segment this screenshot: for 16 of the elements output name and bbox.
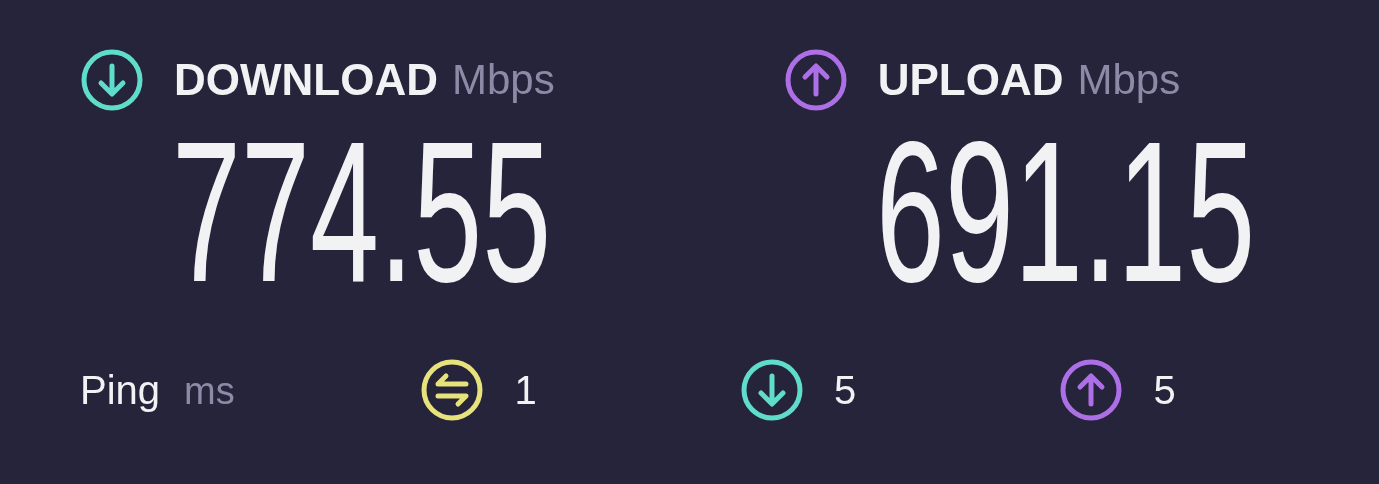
ping-value: 1 <box>514 367 537 413</box>
ping-value: 5 <box>1153 367 1176 413</box>
ping-value: 5 <box>833 367 857 413</box>
metric-label: DOWNLOAD <box>174 55 438 105</box>
ping-label: Ping <box>80 367 161 413</box>
upload-icon <box>783 48 848 112</box>
unit-label: ms <box>184 369 235 413</box>
unit-label: Mbps <box>1077 56 1181 104</box>
download-icon <box>739 358 804 422</box>
upload-icon <box>1059 358 1124 422</box>
metric-label: UPLOAD <box>877 55 1064 105</box>
jitter-icon <box>420 358 485 422</box>
download-icon <box>80 48 144 112</box>
speed-value: 691.15 <box>875 112 1255 312</box>
speed-value: 774.55 <box>172 112 552 312</box>
unit-label: Mbps <box>451 56 555 104</box>
